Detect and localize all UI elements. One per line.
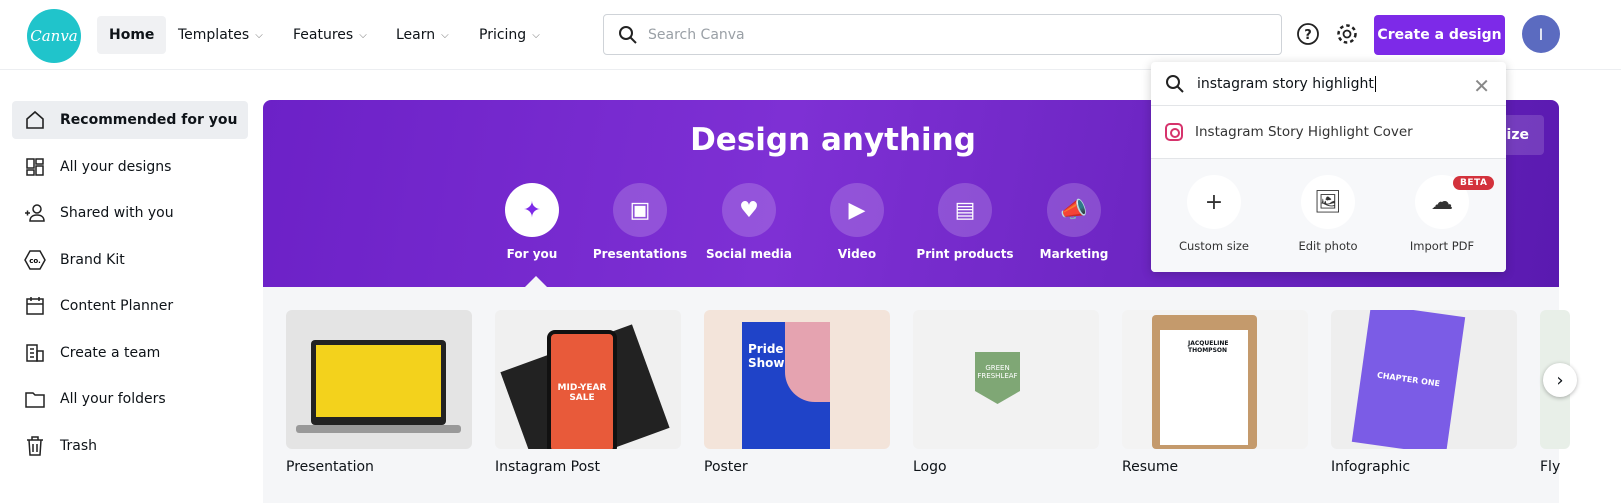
- home-icon: [26, 110, 44, 129]
- instagram-icon: [1165, 123, 1183, 141]
- template-label[interactable]: Infographic: [1331, 459, 1410, 475]
- category-marketing[interactable]: 📣 Marketing: [1024, 183, 1124, 261]
- banner-title: Design anything: [690, 122, 976, 158]
- beta-badge: BETA: [1453, 176, 1495, 190]
- presentation-icon: ▣: [613, 183, 667, 237]
- category-presentations[interactable]: ▣ Presentations: [590, 183, 690, 261]
- custom-size-action[interactable]: + Custom size: [1164, 175, 1264, 253]
- gear-icon[interactable]: [1335, 22, 1359, 46]
- template-row: Presentation MID-YEAR SALE Instagram Pos…: [263, 287, 1570, 503]
- top-bar: Canva Home Templates ⌵ Features ⌵ Learn ⌵ P…: [0, 0, 1621, 70]
- category-video[interactable]: ▶ Video: [807, 183, 907, 261]
- image-edit-icon: 🖼: [1301, 175, 1355, 229]
- print-icon: ▤: [938, 183, 992, 237]
- plus-icon: +: [1187, 175, 1241, 229]
- users-icon: [25, 204, 45, 222]
- team-icon: [26, 343, 44, 362]
- sidebar: Recommended for you All your designs Sha…: [12, 101, 248, 473]
- template-label[interactable]: Instagram Post: [495, 459, 600, 475]
- calendar-icon: [26, 297, 44, 315]
- chevron-down-icon: ⌵: [359, 29, 367, 41]
- chevron-down-icon: ⌵: [532, 29, 540, 41]
- edit-photo-action[interactable]: 🖼 Edit photo: [1278, 175, 1378, 253]
- create-design-button[interactable]: Create a design: [1374, 15, 1505, 55]
- heart-icon: ♥: [722, 183, 776, 237]
- search-query-input[interactable]: instagram story highlight: [1151, 62, 1506, 106]
- template-label[interactable]: Presentation: [286, 459, 374, 475]
- template-card-poster[interactable]: Pride Art Showcase: [704, 310, 890, 449]
- nav-pricing[interactable]: Pricing ⌵: [467, 16, 552, 54]
- nav-home[interactable]: Home: [97, 16, 167, 54]
- template-card-instagram-post[interactable]: MID-YEAR SALE: [495, 310, 681, 449]
- template-label[interactable]: Resume: [1122, 459, 1178, 475]
- search-icon: [619, 25, 637, 44]
- template-label[interactable]: Logo: [913, 459, 947, 475]
- search-dropdown: instagram story highlight ✕ Instagram St…: [1151, 62, 1506, 272]
- nav-templates[interactable]: Templates ⌵: [166, 16, 275, 54]
- sidebar-item-shared[interactable]: Shared with you: [12, 194, 248, 232]
- suggestion-item[interactable]: Instagram Story Highlight Cover: [1151, 106, 1506, 159]
- category-for-you[interactable]: ✦ For you: [482, 183, 582, 261]
- template-card-resume[interactable]: JACQUELINE THOMPSON: [1122, 310, 1308, 449]
- template-card-presentation[interactable]: [286, 310, 472, 449]
- canva-logo[interactable]: Canva: [27, 9, 81, 63]
- template-label[interactable]: Poster: [704, 459, 748, 475]
- sparkle-icon: ✦: [505, 183, 559, 237]
- avatar[interactable]: I: [1522, 15, 1560, 53]
- trash-icon: [27, 435, 43, 456]
- megaphone-icon: 📣: [1047, 183, 1101, 237]
- video-icon: ▶: [830, 183, 884, 237]
- template-label[interactable]: Fly: [1540, 459, 1570, 475]
- template-card-infographic[interactable]: CHAPTER ONE: [1331, 310, 1517, 449]
- close-icon[interactable]: ✕: [1473, 74, 1490, 98]
- category-social-media[interactable]: ♥ Social media: [699, 183, 799, 261]
- sidebar-item-folders[interactable]: All your folders: [12, 380, 248, 418]
- help-icon[interactable]: ?: [1296, 22, 1320, 46]
- chevron-down-icon: ⌵: [441, 29, 449, 41]
- svg-text:?: ?: [1304, 28, 1312, 43]
- template-card-logo[interactable]: GREEN FRESHLEAF: [913, 310, 1099, 449]
- selected-caret: [525, 276, 547, 287]
- svg-text:co.: co.: [29, 257, 41, 265]
- brand-icon: co.: [24, 249, 46, 270]
- category-print-products[interactable]: ▤ Print products: [915, 183, 1015, 261]
- nav-learn[interactable]: Learn ⌵: [384, 16, 461, 54]
- sidebar-item-brand-kit[interactable]: co. Brand Kit: [12, 241, 248, 279]
- nav-features[interactable]: Features ⌵: [281, 16, 379, 54]
- chevron-right-icon[interactable]: ›: [1543, 363, 1577, 397]
- folder-icon: [25, 392, 45, 408]
- chevron-down-icon: ⌵: [255, 29, 263, 41]
- sidebar-item-recommended[interactable]: Recommended for you: [12, 101, 248, 139]
- search-icon: [1166, 74, 1184, 93]
- grid-icon: [26, 157, 44, 176]
- search-input[interactable]: Search Canva: [603, 14, 1282, 55]
- sidebar-item-create-team[interactable]: Create a team: [12, 334, 248, 372]
- sidebar-item-content-planner[interactable]: Content Planner: [12, 287, 248, 325]
- sidebar-item-all-designs[interactable]: All your designs: [12, 148, 248, 186]
- sidebar-item-trash[interactable]: Trash: [12, 427, 248, 465]
